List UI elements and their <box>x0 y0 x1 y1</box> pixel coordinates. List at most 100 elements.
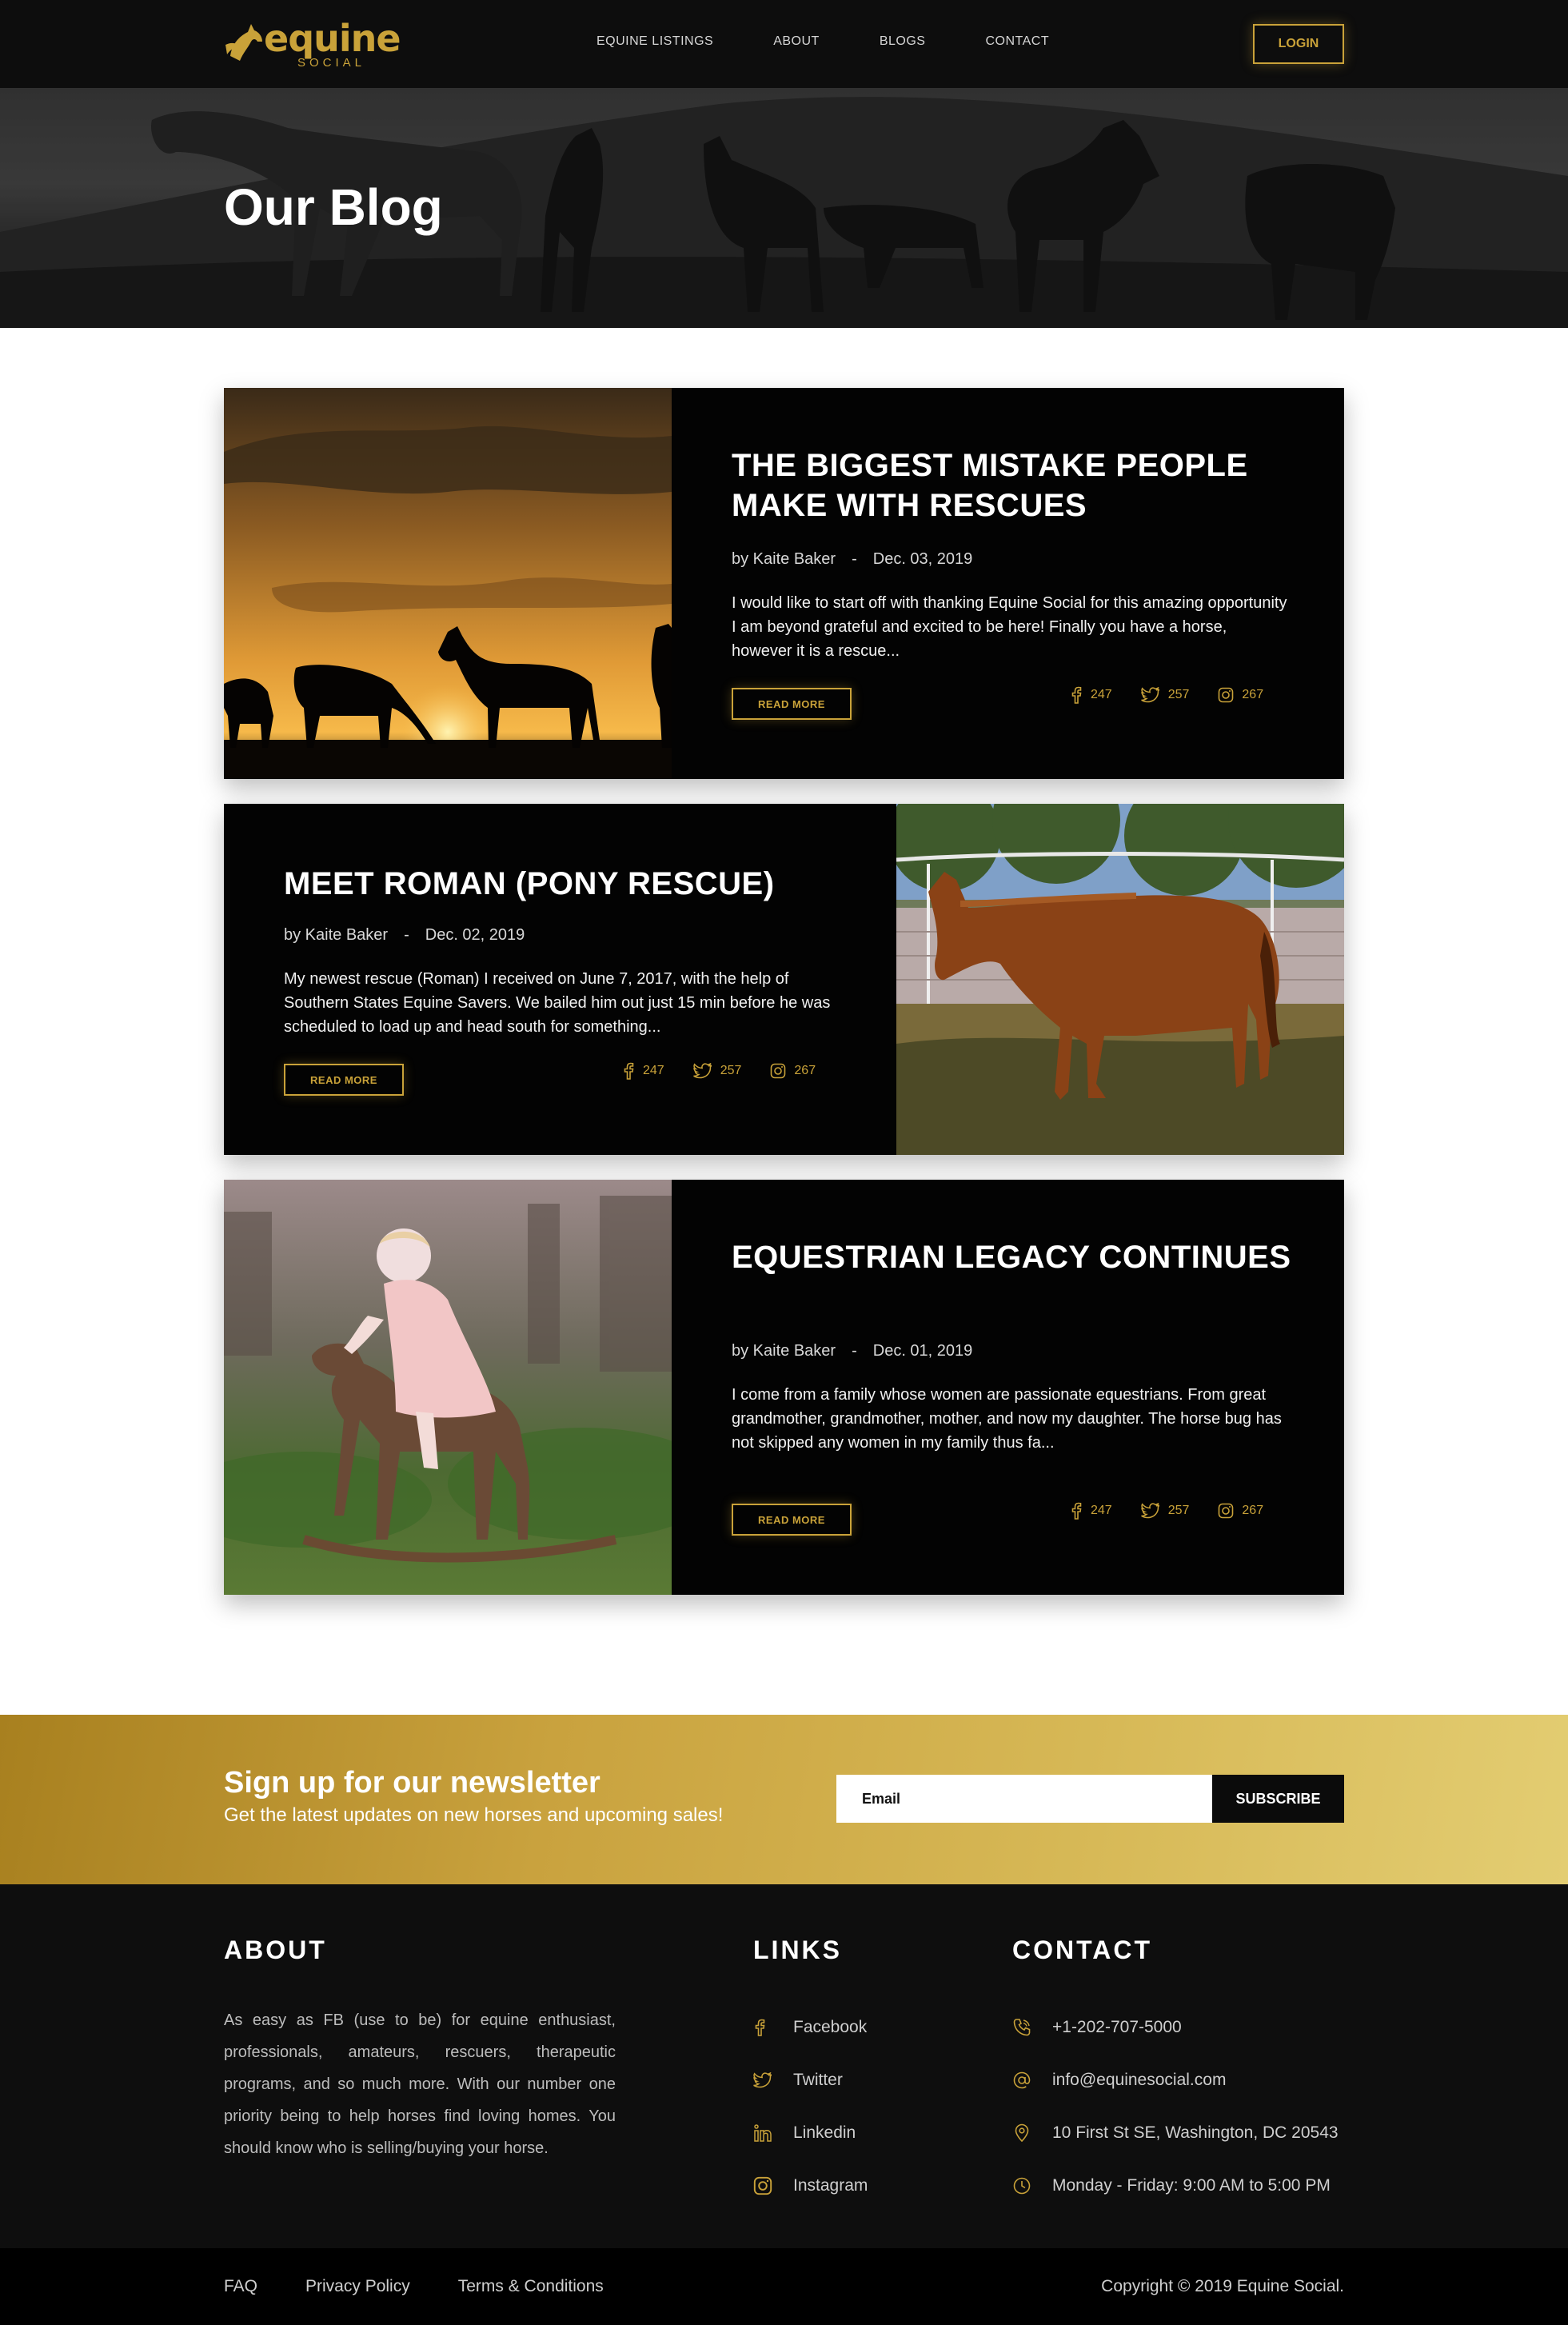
facebook-count: 247 <box>643 1064 664 1077</box>
facebook-count: 247 <box>1091 688 1112 701</box>
contact-phone[interactable]: +1-202-707-5000 <box>1012 2001 1339 2054</box>
post-meta: by Kaite Baker - Dec. 03, 2019 <box>732 550 972 569</box>
read-more-button[interactable]: READ MORE <box>732 688 852 720</box>
footer-link-label: Linkedin <box>793 2123 856 2142</box>
footer-about-text: As easy as FB (use to be) for equine ent… <box>224 2011 616 2157</box>
newsletter-subtitle: Get the latest updates on new horses and… <box>224 1804 724 1826</box>
sunset-horses-image <box>224 388 672 779</box>
twitter-count: 257 <box>1167 1504 1190 1517</box>
footer-about-heading: ABOUT <box>224 1936 327 1964</box>
instagram-icon <box>1219 687 1234 703</box>
facebook-icon <box>1071 686 1082 704</box>
post-title[interactable]: EQUESTRIAN LEGACY CONTINUES <box>732 1237 1307 1277</box>
facebook-icon <box>624 1062 634 1080</box>
nav-link-about[interactable]: ABOUT <box>773 34 820 49</box>
instagram-share[interactable]: 267 <box>770 1062 816 1080</box>
faq-link[interactable]: FAQ <box>224 2277 257 2296</box>
contact-address[interactable]: 10 First St SE, Washington, DC 20543 <box>1012 2107 1339 2159</box>
post-author[interactable]: by Kaite Baker <box>732 550 836 569</box>
blog-post-card: EQUESTRIAN LEGACY CONTINUES by Kaite Bak… <box>224 1180 1344 1595</box>
twitter-icon <box>1140 1503 1159 1519</box>
brown-horse-image <box>896 804 1344 1155</box>
instagram-count: 267 <box>1242 688 1264 701</box>
email-input[interactable] <box>836 1775 1212 1823</box>
subscribe-button[interactable]: SUBSCRIBE <box>1212 1775 1344 1823</box>
terms-link[interactable]: Terms & Conditions <box>458 2277 604 2296</box>
footer-link-label: Instagram <box>793 2176 868 2195</box>
at-sign-icon <box>1013 2071 1031 2089</box>
blog-post-card: MEET ROMAN (PONY RESCUE) by Kaite Baker … <box>224 804 1344 1155</box>
brand-logo-subtext: SOCIAL <box>297 56 366 70</box>
instagram-share[interactable]: 267 <box>1218 1502 1263 1520</box>
post-date: Dec. 02, 2019 <box>425 926 525 944</box>
hero-banner: Our Blog <box>0 88 1568 328</box>
phone-icon <box>1013 2019 1031 2036</box>
blog-post-card: THE BIGGEST MISTAKE PEOPLE MAKE WITH RES… <box>224 388 1344 779</box>
post-title[interactable]: THE BIGGEST MISTAKE PEOPLE MAKE WITH RES… <box>732 445 1307 525</box>
twitter-icon <box>692 1063 712 1079</box>
site-footer: ABOUT As easy as FB (use to be) for equi… <box>0 1884 1568 2248</box>
twitter-share[interactable]: 257 <box>1140 686 1190 704</box>
contact-email[interactable]: info@equinesocial.com <box>1012 2054 1339 2107</box>
facebook-share[interactable]: 247 <box>622 1062 664 1080</box>
post-title[interactable]: MEET ROMAN (PONY RESCUE) <box>284 864 860 904</box>
horse-logo-icon <box>225 24 262 61</box>
share-counts: 247 257 267 <box>622 1062 816 1080</box>
map-pin-icon <box>1015 2123 1029 2143</box>
footer-link-facebook[interactable]: Facebook <box>753 2001 868 2054</box>
footer-link-label: Facebook <box>793 2018 868 2036</box>
facebook-count: 247 <box>1091 1504 1112 1517</box>
instagram-count: 267 <box>794 1064 816 1077</box>
share-counts: 247 257 267 <box>1070 1502 1263 1520</box>
post-excerpt: I would like to start off with thanking … <box>732 594 1287 660</box>
post-author[interactable]: by Kaite Baker <box>732 1342 836 1360</box>
twitter-count: 257 <box>720 1064 742 1077</box>
facebook-icon <box>755 2019 765 2036</box>
meta-separator: - <box>852 1342 857 1360</box>
contact-address-text: 10 First St SE, Washington, DC 20543 <box>1052 2123 1339 2142</box>
footer-link-twitter[interactable]: Twitter <box>753 2054 868 2107</box>
main-menu: EQUINE LISTINGS ABOUT BLOGS CONTACT <box>596 34 1049 49</box>
copyright-text: Copyright © 2019 Equine Social. <box>1101 2277 1344 2295</box>
footer-link-linkedin[interactable]: Linkedin <box>753 2107 868 2159</box>
footer-link-label: Twitter <box>793 2071 843 2089</box>
post-author[interactable]: by Kaite Baker <box>284 926 388 945</box>
read-more-button[interactable]: READ MORE <box>284 1064 404 1096</box>
page-title: Our Blog <box>224 178 443 236</box>
brand-logo[interactable]: equine SOCIAL <box>224 18 401 70</box>
post-image-roman-pony[interactable] <box>896 804 1344 1155</box>
facebook-share[interactable]: 247 <box>1070 686 1112 704</box>
newsletter-title: Sign up for our newsletter <box>224 1766 600 1800</box>
twitter-share[interactable]: 257 <box>692 1062 742 1080</box>
twitter-count: 257 <box>1167 688 1190 701</box>
twitter-share[interactable]: 257 <box>1140 1502 1190 1520</box>
instagram-icon <box>753 2176 772 2195</box>
top-navbar: equine SOCIAL EQUINE LISTINGS ABOUT BLOG… <box>0 0 1568 88</box>
contact-hours-text: Monday - Friday: 9:00 AM to 5:00 PM <box>1052 2176 1331 2195</box>
child-rocking-horse-image <box>224 1180 672 1595</box>
post-excerpt: I come from a family whose women are pas… <box>732 1386 1282 1452</box>
share-counts: 247 257 267 <box>1070 686 1263 704</box>
post-image-rocking-horse[interactable] <box>224 1180 672 1595</box>
login-button[interactable]: LOGIN <box>1253 24 1344 64</box>
footer-links-heading: LINKS <box>753 1936 842 1964</box>
nav-link-contact[interactable]: CONTACT <box>985 34 1049 49</box>
nav-link-blogs[interactable]: BLOGS <box>880 34 926 49</box>
contact-hours: Monday - Friday: 9:00 AM to 5:00 PM <box>1012 2159 1339 2212</box>
twitter-icon <box>1140 687 1159 703</box>
nav-link-equine-listings[interactable]: EQUINE LISTINGS <box>596 34 713 49</box>
privacy-policy-link[interactable]: Privacy Policy <box>305 2277 410 2296</box>
clock-icon <box>1013 2177 1031 2195</box>
footer-contact-list: +1-202-707-5000 info@equinesocial.com 10… <box>1012 2001 1339 2212</box>
read-more-button[interactable]: READ MORE <box>732 1504 852 1536</box>
post-image-sunset-horses[interactable] <box>224 388 672 779</box>
footer-links-list: Facebook Twitter Linkedin Instagram <box>753 2001 868 2212</box>
instagram-count: 267 <box>1242 1504 1264 1517</box>
footer-link-instagram[interactable]: Instagram <box>753 2159 868 2212</box>
meta-separator: - <box>404 926 409 944</box>
facebook-share[interactable]: 247 <box>1070 1502 1112 1520</box>
instagram-icon <box>771 1063 786 1079</box>
instagram-share[interactable]: 267 <box>1218 686 1263 704</box>
footer-contact-heading: CONTACT <box>1012 1936 1153 1964</box>
post-date: Dec. 03, 2019 <box>872 550 973 568</box>
